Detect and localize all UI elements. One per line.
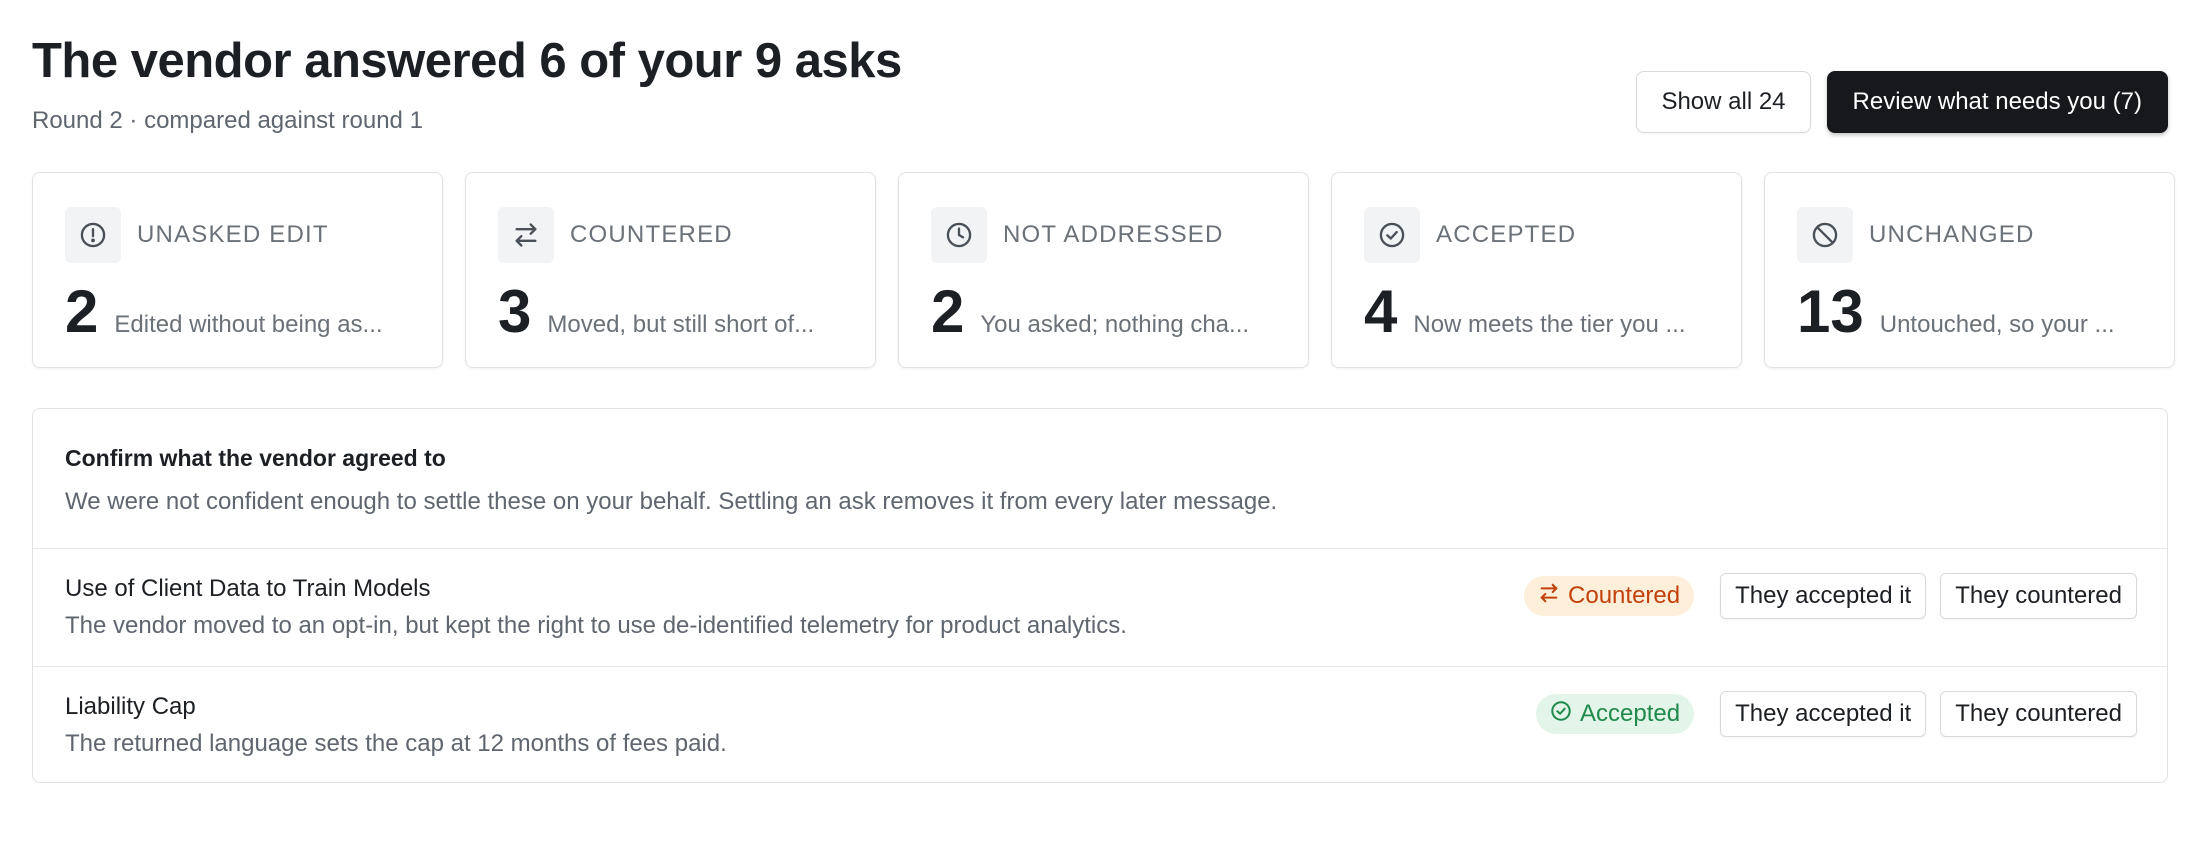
card-count: 13 [1797,278,1864,345]
confirm-panel: Confirm what the vendor agreed to We wer… [32,408,2168,783]
card-body: 4 Now meets the tier you ... [1364,277,1717,347]
status-badge-label: Countered [1568,582,1681,609]
card-count: 2 [65,278,99,345]
card-header: NOT ADDRESSED [931,207,1224,263]
card-description: Untouched, so your ... [1879,311,2115,338]
check-circle-icon [1550,700,1572,729]
card-label: COUNTERED [570,221,733,248]
card-header: UNCHANGED [1797,207,2034,263]
they-countered-button[interactable]: They countered [1940,691,2137,737]
page: The vendor answered 6 of your 9 asks Rou… [0,0,2200,848]
summary-card-unasked-edit[interactable]: UNASKED EDIT 2 Edited without being as..… [32,172,443,368]
card-description: You asked; nothing cha... [980,311,1250,338]
review-needs-button[interactable]: Review what needs you (7) [1826,71,2168,133]
ask-row: Liability Cap The returned language sets… [33,666,2167,783]
card-header: UNASKED EDIT [65,207,329,263]
panel-header: Confirm what the vendor agreed to We wer… [33,409,2167,549]
exclamation-circle-icon [65,207,121,263]
summary-card-accepted[interactable]: ACCEPTED 4 Now meets the tier you ... [1331,172,1742,368]
summary-cards: UNASKED EDIT 2 Edited without being as..… [32,172,2175,368]
status-badge: Countered [1524,576,1695,616]
they-countered-button[interactable]: They countered [1940,573,2137,619]
status-badge: Accepted [1536,694,1695,734]
summary-card-unchanged[interactable]: UNCHANGED 13 Untouched, so your ... [1764,172,2175,368]
prohibited-icon [1797,207,1853,263]
they-accepted-button[interactable]: They accepted it [1720,691,1927,737]
card-body: 3 Moved, but still short of... [498,277,851,347]
card-label: UNASKED EDIT [137,221,329,248]
clock-icon [931,207,987,263]
panel-description: We were not confident enough to settle t… [65,488,1278,515]
show-all-button[interactable]: Show all 24 [1636,71,1811,133]
card-label: NOT ADDRESSED [1003,221,1224,248]
status-badge-label: Accepted [1580,700,1681,727]
card-description: Moved, but still short of... [547,311,815,338]
card-header: ACCEPTED [1364,207,1576,263]
card-description: Edited without being as... [114,311,383,338]
card-body: 2 Edited without being as... [65,277,418,347]
panel-title: Confirm what the vendor agreed to [65,445,446,471]
card-body: 2 You asked; nothing cha... [931,277,1284,347]
card-label: UNCHANGED [1869,221,2035,248]
card-count: 2 [931,278,965,345]
ask-actions: Countered They accepted it They countere… [1524,573,2137,619]
card-count: 4 [1364,278,1398,345]
swap-arrows-icon [498,207,554,263]
summary-card-not-addressed[interactable]: NOT ADDRESSED 2 You asked; nothing cha..… [898,172,1309,368]
swap-arrows-icon [1538,582,1560,611]
card-label: ACCEPTED [1436,221,1577,248]
summary-card-countered[interactable]: COUNTERED 3 Moved, but still short of... [465,172,876,368]
ask-row: Use of Client Data to Train Models The v… [33,549,2167,666]
card-body: 13 Untouched, so your ... [1797,277,2150,347]
page-header: The vendor answered 6 of your 9 asks Rou… [32,30,2168,140]
card-header: COUNTERED [498,207,733,263]
card-count: 3 [498,278,532,345]
check-circle-icon [1364,207,1420,263]
ask-actions: Accepted They accepted it They countered [1536,691,2137,737]
they-accepted-button[interactable]: They accepted it [1720,573,1927,619]
card-description: Now meets the tier you ... [1413,311,1686,338]
header-actions: Show all 24 Review what needs you (7) [1636,71,2168,133]
